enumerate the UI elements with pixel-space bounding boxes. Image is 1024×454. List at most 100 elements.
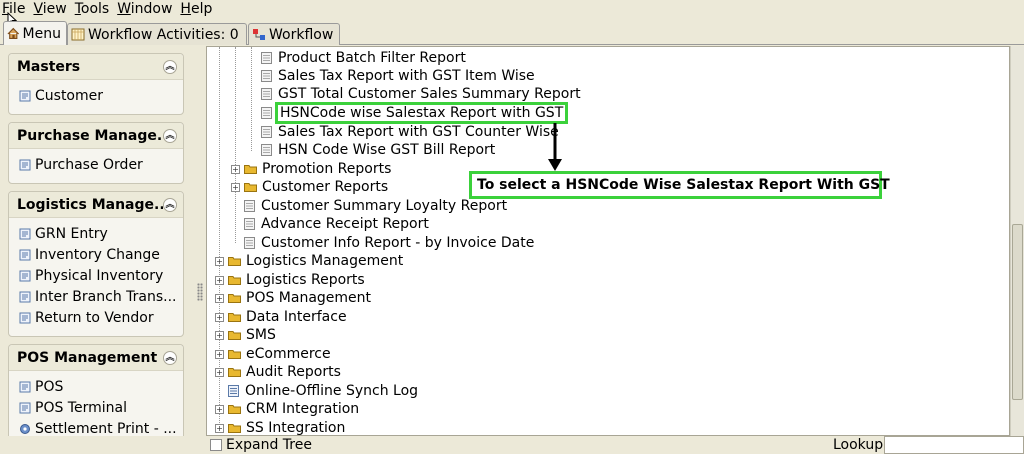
tree-item-label: Customer Summary Loyalty Report	[261, 198, 508, 214]
tab-workflow-activities[interactable]: Workflow Activities: 0	[67, 23, 247, 45]
section-title: Masters	[17, 58, 81, 75]
splitter-grip-icon[interactable]	[197, 283, 203, 301]
section-header-pos[interactable]: POS Management ︽	[9, 345, 183, 371]
collapse-icon[interactable]: ︽	[163, 197, 177, 212]
tree-item-audit-reports[interactable]: + Audit Reports	[215, 363, 341, 381]
report-icon	[261, 107, 272, 119]
menu-tools[interactable]: Tools	[73, 1, 116, 17]
tab-menu[interactable]: Menu	[3, 21, 67, 45]
tree-item-customer-summary-loyalty[interactable]: Customer Summary Loyalty Report	[244, 197, 507, 215]
tree-item-customer-reports[interactable]: + Customer Reports	[231, 178, 388, 196]
tree-item-sales-tax-gst-counter-wise[interactable]: Sales Tax Report with GST Counter Wise	[261, 123, 559, 141]
tree-item-sales-tax-gst-item-wise[interactable]: Sales Tax Report with GST Item Wise	[261, 67, 535, 85]
tree-item-label: Sales Tax Report with GST Item Wise	[278, 68, 535, 84]
expand-icon[interactable]: +	[215, 404, 224, 414]
sidebar-item-grn-entry[interactable]: GRN Entry	[19, 224, 183, 245]
section-header-purchase[interactable]: Purchase Manage... ︽	[9, 123, 183, 149]
section-header-logistics[interactable]: Logistics Manage... ︽	[9, 192, 183, 218]
home-icon	[7, 27, 20, 39]
expand-icon[interactable]: +	[215, 330, 224, 340]
tree-item-label: Promotion Reports	[262, 161, 392, 177]
lookup-input[interactable]	[884, 436, 1024, 454]
tab-workflow[interactable]: Workflow	[248, 23, 340, 45]
tree-item-promotion-reports[interactable]: + Promotion Reports	[231, 160, 391, 178]
tree-item-label: GST Total Customer Sales Summary Report	[278, 86, 581, 102]
expand-icon[interactable]: +	[215, 293, 224, 303]
section-header-masters[interactable]: Masters ︽	[9, 54, 183, 80]
sidebar-item-physical-inventory[interactable]: Physical Inventory	[19, 266, 183, 287]
annotation-text: To select a HSNCode Wise Salestax Report…	[477, 177, 890, 193]
scrollbar-thumb[interactable]	[1012, 224, 1023, 400]
sidebar-item-inventory-change[interactable]: Inventory Change	[19, 245, 183, 266]
sidebar-item-customer[interactable]: Customer	[19, 86, 183, 107]
document-icon	[19, 159, 31, 171]
tab-menu-label: Menu	[22, 25, 61, 42]
tree-item-logistics-reports[interactable]: + Logistics Reports	[215, 271, 365, 289]
report-icon	[261, 52, 272, 64]
tree-item-crm-integration[interactable]: + CRM Integration	[215, 400, 359, 418]
annotation-callout: To select a HSNCode Wise Salestax Report…	[469, 171, 890, 199]
tree-item-label: SMS	[246, 327, 276, 343]
folder-icon	[244, 165, 257, 174]
sidebar-item-pos-terminal[interactable]: POS Terminal	[19, 398, 183, 419]
expand-icon[interactable]: +	[215, 423, 224, 433]
sidebar-item-settlement-print[interactable]: Settlement Print - ...	[19, 419, 183, 436]
checkbox-icon[interactable]	[210, 439, 222, 451]
tree-item-logistics-management[interactable]: + Logistics Management	[215, 252, 403, 270]
sidebar-section-logistics: Logistics Manage... ︽ GRN Entry Inventor…	[8, 191, 184, 337]
sidebar-item-return-to-vendor[interactable]: Return to Vendor	[19, 307, 183, 328]
collapse-icon[interactable]: ︽	[163, 350, 177, 365]
expand-tree-checkbox[interactable]: Expand Tree	[210, 437, 312, 453]
tree-scrollbar[interactable]	[1010, 46, 1024, 436]
tree-item-customer-info-by-invoice-date[interactable]: Customer Info Report - by Invoice Date	[244, 234, 534, 252]
tree-item-pos-management[interactable]: + POS Management	[215, 289, 371, 307]
tree-item-data-interface[interactable]: + Data Interface	[215, 308, 347, 326]
tree-item-advance-receipt[interactable]: Advance Receipt Report	[244, 215, 429, 233]
report-icon	[261, 88, 272, 100]
tree-item-ss-integration[interactable]: + SS Integration	[215, 419, 346, 436]
tree-item-label: POS Management	[246, 290, 372, 306]
sidebar-item-label: Inventory Change	[35, 247, 160, 264]
tree-item-product-batch-filter-report[interactable]: Product Batch Filter Report	[261, 49, 466, 67]
report-icon	[244, 237, 255, 249]
tab-workflow-activities-label: Workflow Activities: 0	[88, 26, 239, 43]
sidebar-section-masters: Masters ︽ Customer	[8, 53, 184, 115]
document-icon	[19, 249, 31, 261]
collapse-icon[interactable]: ︽	[163, 128, 177, 143]
tree-item-label: Logistics Management	[246, 253, 404, 269]
bottom-bar: Expand Tree Lookup	[0, 436, 1024, 454]
tree-item-label: HSN Code Wise GST Bill Report	[278, 142, 496, 158]
expand-icon[interactable]: +	[215, 349, 224, 359]
collapse-icon[interactable]: ︽	[163, 59, 177, 74]
sidebar-item-label: POS	[35, 379, 64, 396]
annotation-arrow-icon	[548, 123, 562, 171]
menu-help[interactable]: Help	[178, 1, 218, 17]
sidebar-item-pos[interactable]: POS	[19, 377, 183, 398]
expand-icon[interactable]: +	[215, 312, 224, 322]
tree-item-ecommerce[interactable]: + eCommerce	[215, 345, 331, 363]
menu-view[interactable]: View	[31, 1, 72, 17]
report-icon	[228, 385, 239, 397]
tree-item-gst-total-customer-sales-summary[interactable]: GST Total Customer Sales Summary Report	[261, 85, 581, 103]
panel-splitter[interactable]	[194, 46, 206, 436]
tree-item-hsn-code-wise-gst-bill[interactable]: HSN Code Wise GST Bill Report	[261, 141, 495, 159]
sidebar-item-label: Return to Vendor	[35, 309, 154, 326]
tree-item-label: SS Integration	[246, 420, 346, 436]
tree-item-online-offline-synch-log[interactable]: Online-Offline Synch Log	[228, 382, 418, 400]
expand-icon[interactable]: +	[231, 164, 240, 174]
expand-icon[interactable]: +	[231, 182, 240, 192]
sidebar-item-inter-branch-transfer[interactable]: Inter Branch Trans...	[19, 286, 183, 307]
document-icon	[19, 228, 31, 240]
expand-icon[interactable]: +	[215, 275, 224, 285]
sidebar-item-purchase-order[interactable]: Purchase Order	[19, 155, 183, 176]
tree-item-sms[interactable]: + SMS	[215, 326, 276, 344]
tree-item-label: eCommerce	[246, 346, 331, 362]
expand-icon[interactable]: +	[215, 256, 224, 266]
tree-item-hsncode-wise-salestax-gst[interactable]: HSNCode wise Salestax Report with GST	[261, 102, 569, 124]
folder-icon	[228, 424, 241, 433]
expand-icon[interactable]: +	[215, 367, 224, 377]
document-icon	[19, 312, 31, 324]
document-icon	[19, 270, 31, 282]
menu-window[interactable]: Window	[115, 1, 178, 17]
folder-icon	[228, 276, 241, 285]
